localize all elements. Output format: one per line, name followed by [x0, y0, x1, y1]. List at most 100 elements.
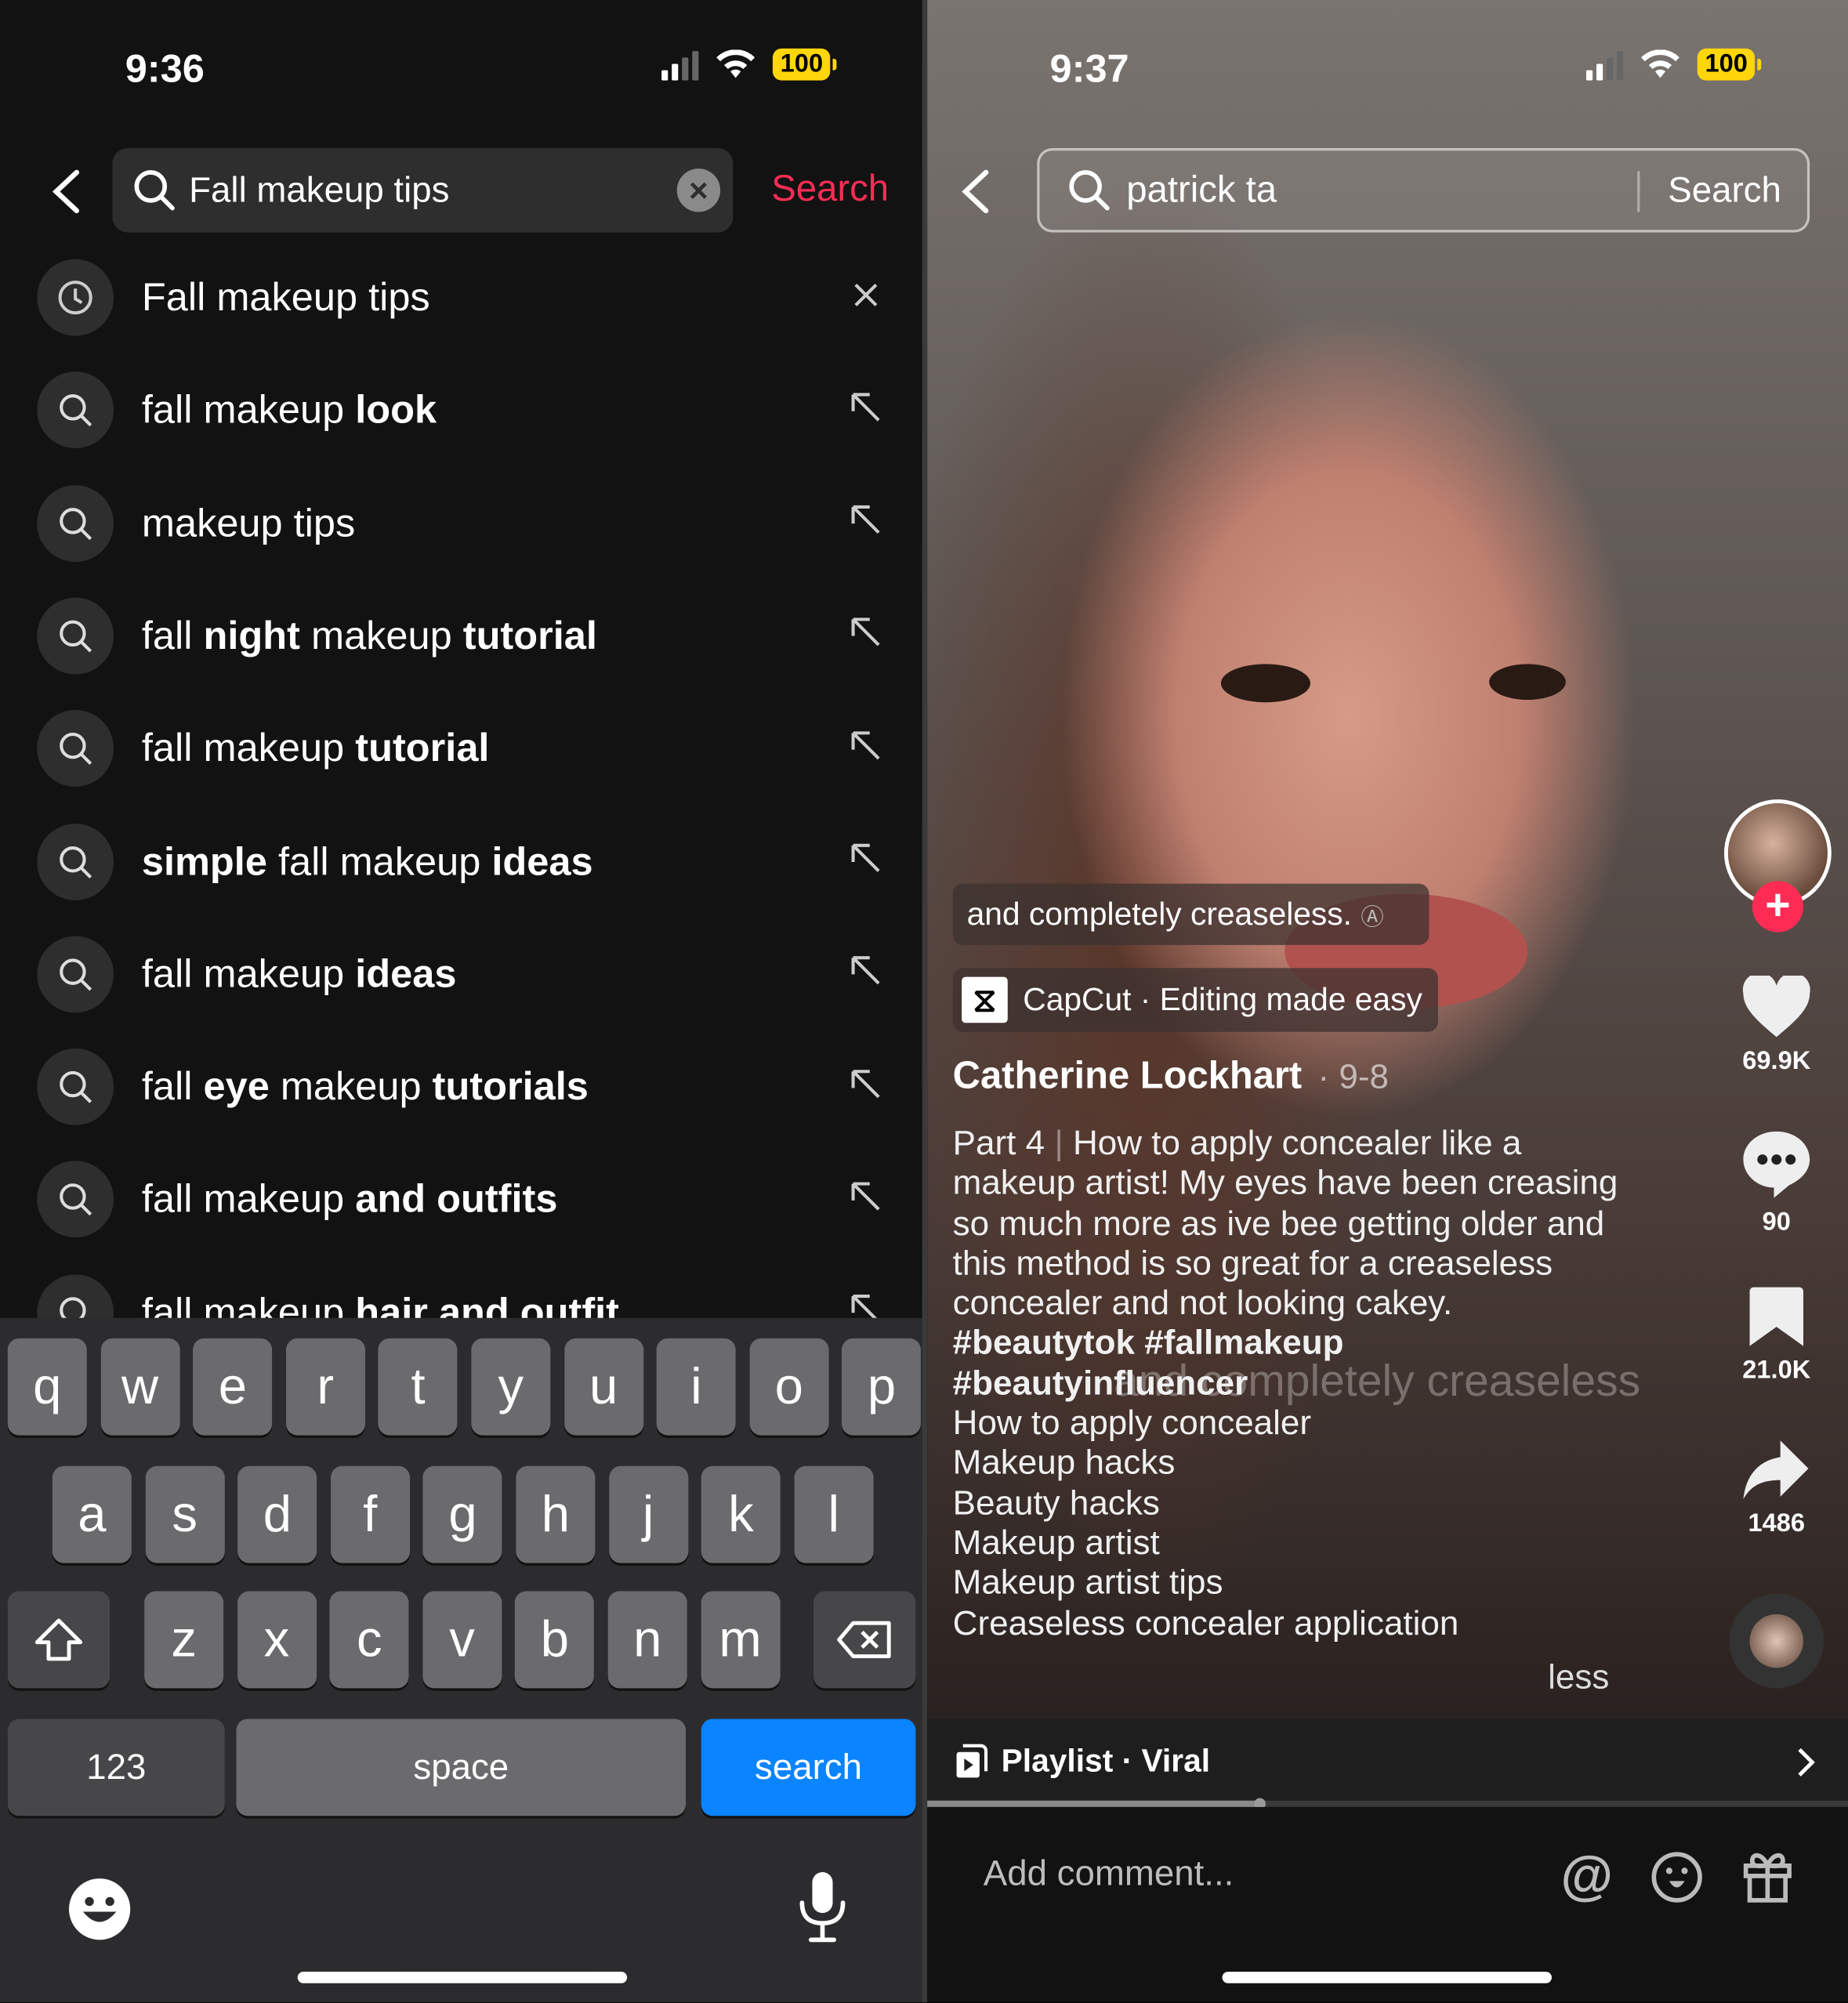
suggestion-text-part: fall makeup [266, 838, 492, 883]
capcut-banner[interactable]: ⧖ CapCut · Editing made easy [952, 968, 1438, 1032]
search-button[interactable]: Search [1668, 170, 1781, 211]
description-line: Makeup hacks [952, 1443, 1176, 1482]
suggestion-text: fall makeup and outfits [142, 1176, 558, 1222]
key-u[interactable]: u [563, 1338, 643, 1436]
comment-button[interactable]: 90 [1719, 1129, 1834, 1238]
search-icon [37, 597, 114, 675]
mention-icon[interactable]: @ [1560, 1845, 1613, 1907]
key-y[interactable]: y [471, 1338, 551, 1436]
suggestion-item[interactable]: simple fall makeup ideas [0, 805, 922, 917]
suggestion-item[interactable]: fall makeup and outfits [0, 1143, 922, 1255]
hashtags[interactable]: #beautytok #fallmakeup #beautyinfluencer [953, 1324, 1344, 1402]
search-key[interactable]: search [701, 1719, 916, 1816]
status-time: 9:37 [1049, 45, 1129, 91]
fill-query-arrow-icon[interactable] [848, 1066, 884, 1108]
back-icon[interactable] [49, 168, 85, 215]
key-v[interactable]: v [422, 1591, 502, 1689]
suggestion-item[interactable]: fall night makeup tutorial [0, 580, 922, 692]
key-c[interactable]: c [329, 1591, 409, 1689]
clear-icon[interactable]: × [676, 168, 721, 212]
search-icon [37, 823, 114, 900]
suggestion-item[interactable]: fall makeup tutorial [0, 693, 922, 805]
remove-icon[interactable] [848, 277, 884, 319]
suggestion-text-part: night [203, 613, 300, 658]
author-name[interactable]: Catherine Lockhart [953, 1055, 1303, 1097]
emoji-icon[interactable] [67, 1876, 133, 1943]
suggestion-text-part: tutorials [432, 1063, 589, 1109]
key-r[interactable]: r [285, 1338, 365, 1436]
save-button[interactable]: 21.0K [1719, 1284, 1834, 1385]
key-e[interactable]: e [193, 1338, 273, 1436]
description-separator: | [1054, 1124, 1064, 1162]
fill-query-arrow-icon[interactable] [848, 840, 884, 882]
status-icons: 100 [661, 48, 838, 81]
playlist-bar[interactable]: Playlist · Viral [927, 1719, 1848, 1803]
key-p[interactable]: p [842, 1338, 922, 1436]
key-w[interactable]: w [100, 1338, 180, 1436]
search-icon [134, 170, 175, 211]
fill-query-arrow-icon[interactable] [848, 502, 884, 545]
key-i[interactable]: i [656, 1338, 736, 1436]
fill-query-arrow-icon[interactable] [848, 1179, 884, 1221]
suggestion-text-part: fall makeup [141, 387, 356, 433]
fill-query-arrow-icon[interactable] [848, 389, 884, 432]
key-g[interactable]: g [423, 1465, 503, 1563]
key-z[interactable]: z [144, 1591, 224, 1689]
numbers-key[interactable]: 123 [7, 1719, 225, 1816]
share-button[interactable]: 1486 [1719, 1438, 1834, 1539]
key-t[interactable]: t [378, 1338, 458, 1436]
key-f[interactable]: f [330, 1465, 410, 1563]
search-input[interactable]: patrick ta Search [1037, 148, 1810, 233]
follow-plus-icon[interactable]: + [1752, 881, 1803, 933]
suggestion-text: fall makeup tutorial [142, 726, 490, 772]
key-a[interactable]: a [52, 1465, 132, 1563]
back-icon[interactable] [958, 168, 994, 215]
key-b[interactable]: b [515, 1591, 595, 1689]
key-m[interactable]: m [700, 1591, 781, 1689]
suggestion-item[interactable]: fall makeup ideas [0, 918, 922, 1030]
key-x[interactable]: x [237, 1591, 317, 1689]
key-n[interactable]: n [607, 1591, 687, 1689]
suggestion-item[interactable]: makeup tips [0, 467, 922, 579]
key-j[interactable]: j [608, 1465, 688, 1563]
search-icon [1069, 170, 1110, 211]
microphone-icon[interactable] [797, 1870, 848, 1944]
shift-key[interactable] [7, 1591, 111, 1689]
battery-indicator: 100 [1697, 48, 1763, 81]
suggestion-item[interactable]: fall eye makeup tutorials [0, 1030, 922, 1143]
fill-query-arrow-icon[interactable] [848, 953, 884, 995]
fill-query-arrow-icon[interactable] [848, 614, 884, 657]
key-k[interactable]: k [701, 1465, 781, 1563]
key-q[interactable]: q [7, 1338, 87, 1436]
key-h[interactable]: h [516, 1465, 596, 1563]
like-button[interactable]: 69.9K [1719, 973, 1834, 1077]
suggestion-text-part: fall makeup [141, 725, 356, 770]
share-icon [1743, 1440, 1809, 1500]
share-count: 1486 [1748, 1509, 1806, 1538]
comment-bar: Add comment... @ [927, 1806, 1848, 2003]
search-icon [37, 1161, 114, 1238]
search-input[interactable]: Fall makeup tips × [112, 148, 734, 233]
description-part: Part 4 [952, 1124, 1045, 1162]
emoji-icon[interactable] [1650, 1850, 1703, 1903]
key-l[interactable]: l [794, 1465, 874, 1563]
key-o[interactable]: o [749, 1338, 829, 1436]
suggestion-text-part: fall [141, 613, 204, 658]
search-button[interactable]: Search [771, 168, 889, 211]
key-d[interactable]: d [237, 1465, 317, 1563]
video-progress-bar[interactable] [927, 1798, 1848, 1810]
less-button[interactable]: less [1548, 1657, 1609, 1697]
comment-input[interactable]: Add comment... [984, 1853, 1234, 1894]
space-key[interactable]: space [236, 1719, 687, 1816]
suggestion-text-part: simple [141, 838, 267, 883]
gift-icon[interactable] [1742, 1848, 1793, 1904]
translate-icon[interactable]: Ⓐ [1361, 904, 1383, 930]
key-s[interactable]: s [145, 1465, 225, 1563]
suggestion-item[interactable]: fall makeup look [0, 354, 922, 466]
backspace-key[interactable] [813, 1591, 916, 1689]
fill-query-arrow-icon[interactable] [848, 727, 884, 770]
music-disc[interactable] [1729, 1593, 1824, 1689]
suggestion-item[interactable]: Fall makeup tips [0, 241, 922, 353]
search-query: Fall makeup tips [189, 169, 450, 210]
video-progress-fill [927, 1800, 1259, 1807]
